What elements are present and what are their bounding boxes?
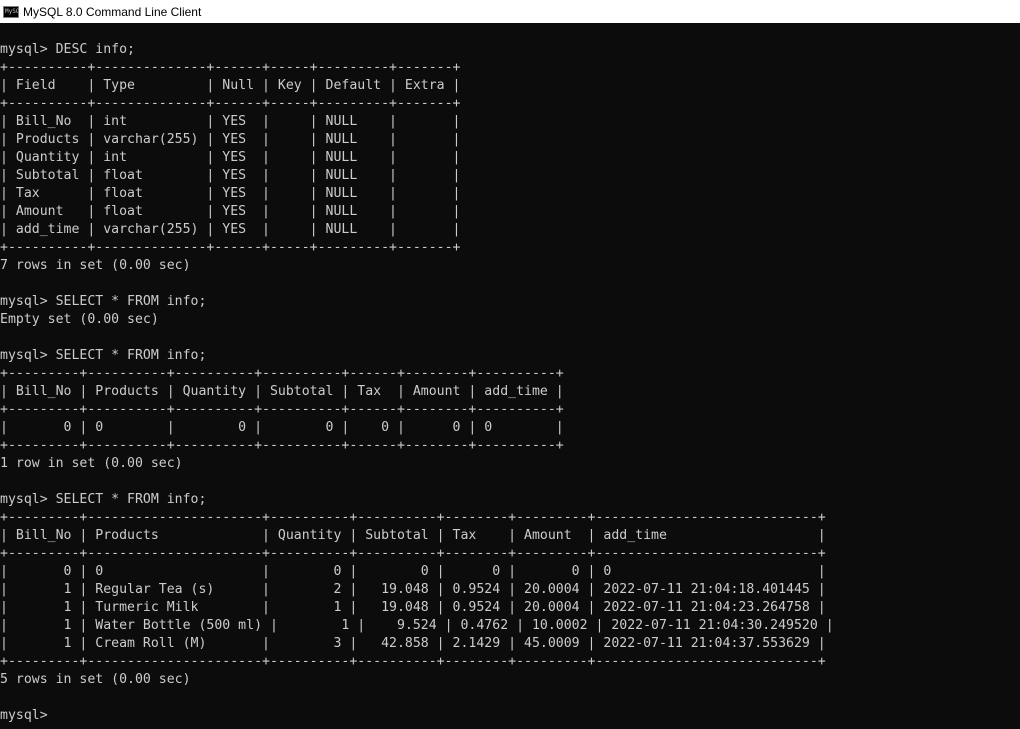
- window-title: MySQL 8.0 Command Line Client: [23, 4, 202, 19]
- console-line: Empty set (0.00 sec): [0, 312, 159, 327]
- console-prompt-line: mysql>: [0, 708, 56, 723]
- console-line: 5 rows in set (0.00 sec): [0, 672, 191, 687]
- console-line: | Bill_No | Products | Quantity | Subtot…: [0, 528, 826, 543]
- console-line: +---------+----------+----------+-------…: [0, 402, 564, 417]
- console-line: +---------+----------------------+------…: [0, 510, 826, 525]
- console-line: | Bill_No | int | YES | | NULL | |: [0, 114, 461, 129]
- console-line: | Tax | float | YES | | NULL | |: [0, 186, 461, 201]
- mysql-client-window: MySQL MySQL 8.0 Command Line Client mysq…: [0, 0, 1020, 729]
- console-line: | 1 | Water Bottle (500 ml) | 1 | 9.524 …: [0, 618, 834, 633]
- console-line: +----------+--------------+------+-----+…: [0, 240, 461, 255]
- console-line: 7 rows in set (0.00 sec): [0, 258, 191, 273]
- console-line: mysql> SELECT * FROM info;: [0, 348, 207, 363]
- title-bar: MySQL MySQL 8.0 Command Line Client: [0, 0, 1020, 23]
- console-line: +---------+----------------------+------…: [0, 546, 826, 561]
- console-line: | Field | Type | Null | Key | Default | …: [0, 78, 461, 93]
- console-line: | Bill_No | Products | Quantity | Subtot…: [0, 384, 564, 399]
- console-line: +----------+--------------+------+-----+…: [0, 96, 461, 111]
- console-line: mysql> SELECT * FROM info;: [0, 492, 207, 507]
- console-line: mysql> SELECT * FROM info;: [0, 294, 207, 309]
- console-line: | Products | varchar(255) | YES | | NULL…: [0, 132, 461, 147]
- console-line: | 1 | Turmeric Milk | 1 | 19.048 | 0.952…: [0, 600, 826, 615]
- console-line: +---------+----------+----------+-------…: [0, 438, 564, 453]
- console-line: | 1 | Regular Tea (s) | 2 | 19.048 | 0.9…: [0, 582, 826, 597]
- console-output-area[interactable]: mysql> DESC info; +----------+-----------…: [0, 23, 1020, 729]
- console-line: | Subtotal | float | YES | | NULL | |: [0, 168, 461, 183]
- console-line: | 0 | 0 | 0 | 0 | 0 | 0 | 0 |: [0, 564, 826, 579]
- console-app-icon: MySQL: [3, 5, 19, 18]
- console-line: | Amount | float | YES | | NULL | |: [0, 204, 461, 219]
- console-line: 1 row in set (0.00 sec): [0, 456, 183, 471]
- console-line: +----------+--------------+------+-----+…: [0, 60, 461, 75]
- console-line: | 1 | Cream Roll (M) | 3 | 42.858 | 2.14…: [0, 636, 826, 651]
- console-text: mysql> DESC info; +----------+-----------…: [0, 23, 834, 725]
- console-line: mysql> DESC info;: [0, 42, 135, 57]
- console-line: | 0 | 0 | 0 | 0 | 0 | 0 | 0 |: [0, 420, 564, 435]
- console-line: +---------+----------+----------+-------…: [0, 366, 564, 381]
- console-line: +---------+----------------------+------…: [0, 654, 826, 669]
- console-line: | add_time | varchar(255) | YES | | NULL…: [0, 222, 461, 237]
- console-line: | Quantity | int | YES | | NULL | |: [0, 150, 461, 165]
